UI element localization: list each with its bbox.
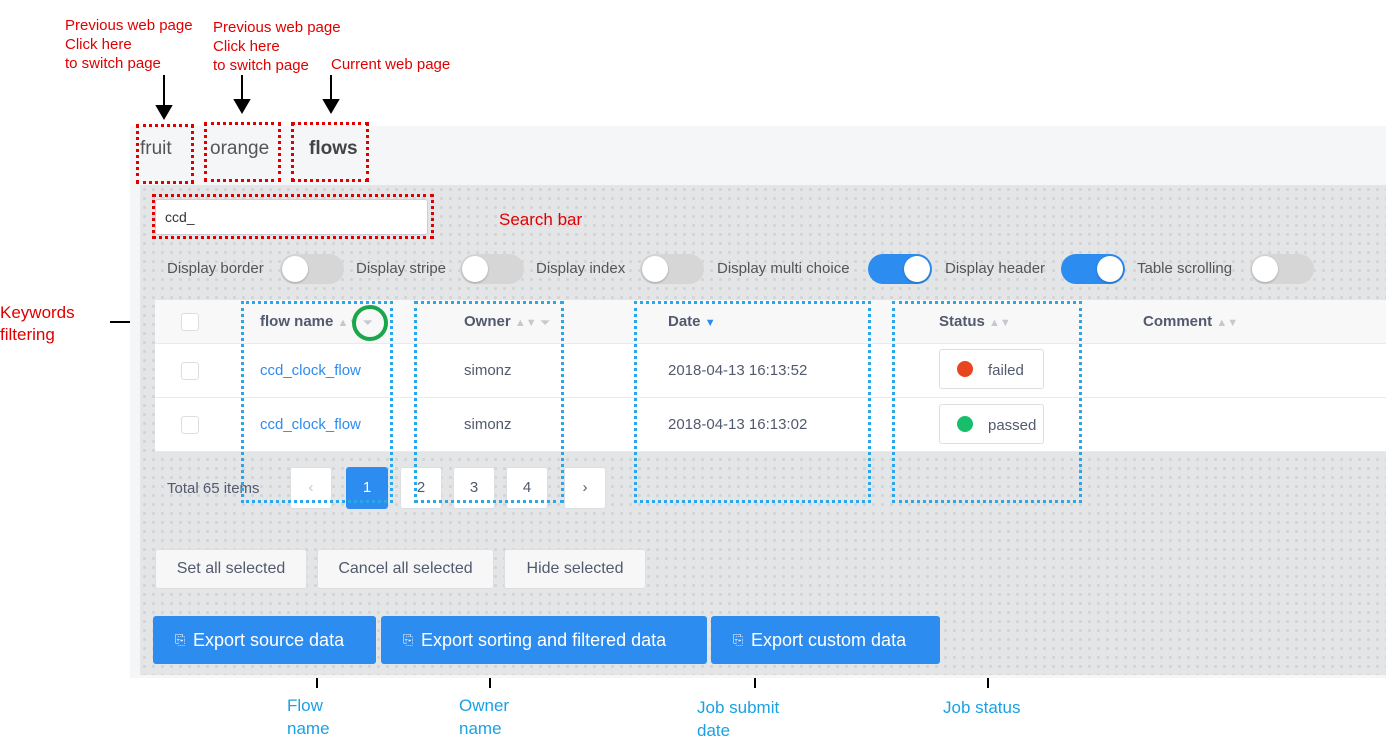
toggle-stripe[interactable]: [460, 254, 524, 284]
export-sorted-filtered-button[interactable]: ⎘ Export sorting and filtered data: [381, 616, 707, 664]
toggle-index[interactable]: [640, 254, 704, 284]
toggle-label-scrolling: Table scrolling: [1137, 260, 1233, 277]
export-source-data-button[interactable]: ⎘ Export source data: [153, 616, 376, 664]
annotation-job-status: Job status: [943, 698, 1021, 717]
toggle-label-border: Display border: [167, 260, 264, 277]
sort-icon[interactable]: ▲▼: [1216, 317, 1238, 329]
cancel-all-selected-button[interactable]: Cancel all selected: [317, 549, 494, 589]
toggle-label-header: Display header: [945, 260, 1046, 277]
annotation-box-flow-name: [241, 301, 393, 503]
download-icon: ⎘: [403, 632, 414, 647]
annotation-box-owner: [414, 301, 564, 503]
annotation-search-bar: Search bar: [499, 210, 583, 229]
pagination-next-button[interactable]: ›: [564, 467, 606, 509]
export-custom-data-button[interactable]: ⎘ Export custom data: [711, 616, 940, 664]
toggle-header[interactable]: [1061, 254, 1125, 284]
annotation-job-submit-date: Job submit date: [697, 698, 780, 740]
toggle-border[interactable]: [280, 254, 344, 284]
annotation-box-status: [892, 301, 1082, 503]
annotation-box-date: [634, 301, 871, 503]
annotation-flow-name: Flow name: [287, 696, 330, 738]
annotation-owner-name: Owner name: [459, 696, 510, 738]
toggle-multi-choice[interactable]: [868, 254, 932, 284]
annotation-box-fruit: [136, 124, 194, 184]
annotation-box-orange: [204, 122, 281, 182]
row-checkbox[interactable]: [181, 416, 199, 434]
select-all-checkbox[interactable]: [181, 313, 199, 331]
download-icon: ⎘: [733, 632, 744, 647]
annotation-keywords-filtering: Keywords filtering: [0, 303, 75, 344]
column-header-comment[interactable]: Comment ▲▼: [1143, 313, 1238, 330]
toggle-scrolling[interactable]: [1250, 254, 1314, 284]
row-checkbox[interactable]: [181, 362, 199, 380]
toggle-label-stripe: Display stripe: [356, 260, 447, 277]
hide-selected-button[interactable]: Hide selected: [504, 549, 646, 589]
annotation-box-flows: [291, 122, 369, 182]
set-all-selected-button[interactable]: Set all selected: [155, 549, 307, 589]
download-icon: ⎘: [175, 632, 186, 647]
toggle-label-index: Display index: [536, 260, 626, 277]
annotation-box-search: [152, 194, 434, 239]
toggle-label-multi-choice: Display multi choice: [717, 260, 850, 277]
